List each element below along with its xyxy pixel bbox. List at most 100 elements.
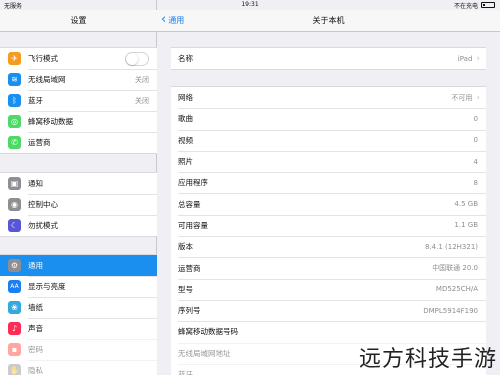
info-row: 蜂窝移动数据号码 <box>171 321 486 342</box>
info-row: 型号 MD525CH/A <box>171 278 486 300</box>
info-row: 应用程序 8 <box>171 172 486 193</box>
airplane-icon: ✈ <box>8 52 21 65</box>
passcode-icon: ▪ <box>8 343 21 356</box>
row-label: 蜂窝移动数据号码 <box>178 327 238 337</box>
wallpaper-icon: ❀ <box>8 301 21 314</box>
notifications-icon: ▣ <box>8 177 21 190</box>
settings-sidebar: 设置 ✈ 飞行模式 ≋ 无线局域网 关闭 ᛒ 蓝牙 关闭 ◎ 蜂窝移动数据 ✆ … <box>0 0 157 375</box>
sidebar-item-label: 显示与亮度 <box>28 282 66 291</box>
row-value: 0 <box>473 114 478 123</box>
chevron-right-icon: › <box>476 92 480 103</box>
row-label: 版本 <box>178 242 193 252</box>
sidebar-title: 设置 <box>70 16 87 25</box>
wifi-status: 关闭 <box>135 75 149 84</box>
info-row: 版本 8.4.1 (12H321) <box>171 236 486 257</box>
do-not-disturb-icon: ☾ <box>8 219 21 232</box>
sidebar-item-label: 密码 <box>28 345 43 354</box>
info-row: 可用容量 1.1 GB <box>171 214 486 236</box>
sidebar-group-connectivity: ✈ 飞行模式 ≋ 无线局域网 关闭 ᛒ 蓝牙 关闭 ◎ 蜂窝移动数据 ✆ 运营商 <box>0 47 157 154</box>
sidebar-item-airplane-mode[interactable]: ✈ 飞行模式 <box>0 48 157 69</box>
airplane-mode-toggle[interactable] <box>125 51 149 66</box>
row-label: 型号 <box>178 284 193 294</box>
page-title: 关于本机 <box>312 16 345 25</box>
row-value: 不可用 <box>451 93 473 102</box>
row-label: 总容量 <box>178 199 201 209</box>
row-label: 歌曲 <box>178 114 193 124</box>
phone-icon: ✆ <box>8 136 21 149</box>
name-row[interactable]: 名称 iPad › <box>171 48 486 69</box>
sidebar-item-label: 蓝牙 <box>28 96 43 105</box>
sidebar-item-cellular[interactable]: ◎ 蜂窝移动数据 <box>0 111 157 132</box>
sidebar-item-carrier[interactable]: ✆ 运营商 <box>0 132 157 153</box>
battery-icon <box>481 2 495 8</box>
info-row: 总容量 4.5 GB <box>171 193 486 214</box>
sidebar-item-label: 蜂窝移动数据 <box>28 117 73 126</box>
privacy-icon: ✋ <box>8 364 21 375</box>
display-brightness-icon: AA <box>8 280 21 293</box>
row-value: 4 <box>473 157 478 166</box>
sidebar-item-wallpaper[interactable]: ❀ 墙纸 <box>0 297 157 318</box>
battery-fill <box>483 4 485 6</box>
settings-screen: 设置 ✈ 飞行模式 ≋ 无线局域网 关闭 ᛒ 蓝牙 关闭 ◎ 蜂窝移动数据 ✆ … <box>0 0 500 375</box>
control-center-icon: ◉ <box>8 198 21 211</box>
row-label: 应用程序 <box>178 178 208 188</box>
row-label: 照片 <box>178 157 193 167</box>
row-value: 0 <box>473 136 478 145</box>
sidebar-item-notifications[interactable]: ▣ 通知 <box>0 173 157 194</box>
sidebar-item-sounds[interactable]: ♪ 声音 <box>0 318 157 339</box>
sidebar-header: 设置 <box>0 10 157 32</box>
info-row: 序列号 DMPL5914F190 <box>171 299 486 321</box>
sidebar-item-label: 无线局域网 <box>28 75 66 84</box>
cellular-icon: ◎ <box>8 115 21 128</box>
about-panel: ‹ 通用 关于本机 名称 iPad › 网络 不可用 › 歌曲 0 视频 0 照… <box>157 0 500 375</box>
name-group: 名称 iPad › <box>171 47 486 71</box>
about-info-group: 网络 不可用 › 歌曲 0 视频 0 照片 4 应用程序 8 总容量 4.5 G… <box>171 86 486 375</box>
sidebar-item-bluetooth[interactable]: ᛒ 蓝牙 关闭 <box>0 90 157 111</box>
row-label: 视频 <box>178 135 193 145</box>
sidebar-item-passcode[interactable]: ▪ 密码 <box>0 339 157 360</box>
sidebar-item-wifi[interactable]: ≋ 无线局域网 关闭 <box>0 69 157 90</box>
watermark: 远方科技手游 <box>358 347 497 372</box>
info-row: 运营商 中国联通 20.0 <box>171 257 486 278</box>
row-label: 可用容量 <box>178 220 208 230</box>
sidebar-item-label: 声音 <box>28 324 43 333</box>
clock: 19:31 <box>241 1 259 8</box>
sidebar-item-label: 通用 <box>28 261 43 270</box>
about-header: ‹ 通用 关于本机 <box>157 10 500 32</box>
row-value: iPad <box>457 54 473 63</box>
network-row[interactable]: 网络 不可用 › <box>171 87 486 108</box>
info-row: 歌曲 0 <box>171 108 486 129</box>
row-label: 网络 <box>178 93 193 103</box>
gear-icon: ⚙ <box>8 259 21 272</box>
bluetooth-status: 关闭 <box>135 96 149 105</box>
sidebar-item-display-brightness[interactable]: AA 显示与亮度 <box>0 276 157 297</box>
sidebar-item-label: 通知 <box>28 179 43 188</box>
sidebar-group-system: ▣ 通知 ◉ 控制中心 ☾ 勿扰模式 <box>0 172 157 237</box>
info-row: 视频 0 <box>171 129 486 151</box>
sidebar-item-privacy[interactable]: ✋ 隐私 <box>0 360 157 375</box>
sidebar-item-control-center[interactable]: ◉ 控制中心 <box>0 194 157 215</box>
sidebar-item-label: 勿扰模式 <box>28 221 58 230</box>
row-value: MD525CH/A <box>435 285 478 294</box>
row-label: 序列号 <box>178 306 201 316</box>
sidebar-item-do-not-disturb[interactable]: ☾ 勿扰模式 <box>0 215 157 236</box>
row-value: 8 <box>473 178 478 187</box>
sidebar-group-general: ⚙ 通用 AA 显示与亮度 ❀ 墙纸 ♪ 声音 ▪ 密码 ✋ 隐私 <box>0 254 157 375</box>
sound-icon: ♪ <box>8 322 21 335</box>
sidebar-item-label: 隐私 <box>28 366 43 375</box>
sidebar-item-label: 飞行模式 <box>28 54 58 63</box>
row-value: 8.4.1 (12H321) <box>424 242 478 251</box>
row-value: 1.1 GB <box>454 221 478 230</box>
row-value: 中国联通 20.0 <box>432 264 478 273</box>
charging-status: 不在充电 <box>453 3 478 10</box>
row-value: 4.5 GB <box>454 200 478 209</box>
sidebar-item-label: 墙纸 <box>28 303 43 312</box>
wifi-icon: ≋ <box>8 73 21 86</box>
sidebar-item-label: 控制中心 <box>28 200 58 209</box>
toggle-knob <box>126 52 138 65</box>
bluetooth-icon: ᛒ <box>8 94 21 107</box>
status-bar: 无服务 19:31 不在充电 <box>0 0 500 10</box>
row-label: 运营商 <box>178 263 201 273</box>
sidebar-item-general[interactable]: ⚙ 通用 <box>0 255 157 276</box>
chevron-right-icon: › <box>476 53 480 64</box>
